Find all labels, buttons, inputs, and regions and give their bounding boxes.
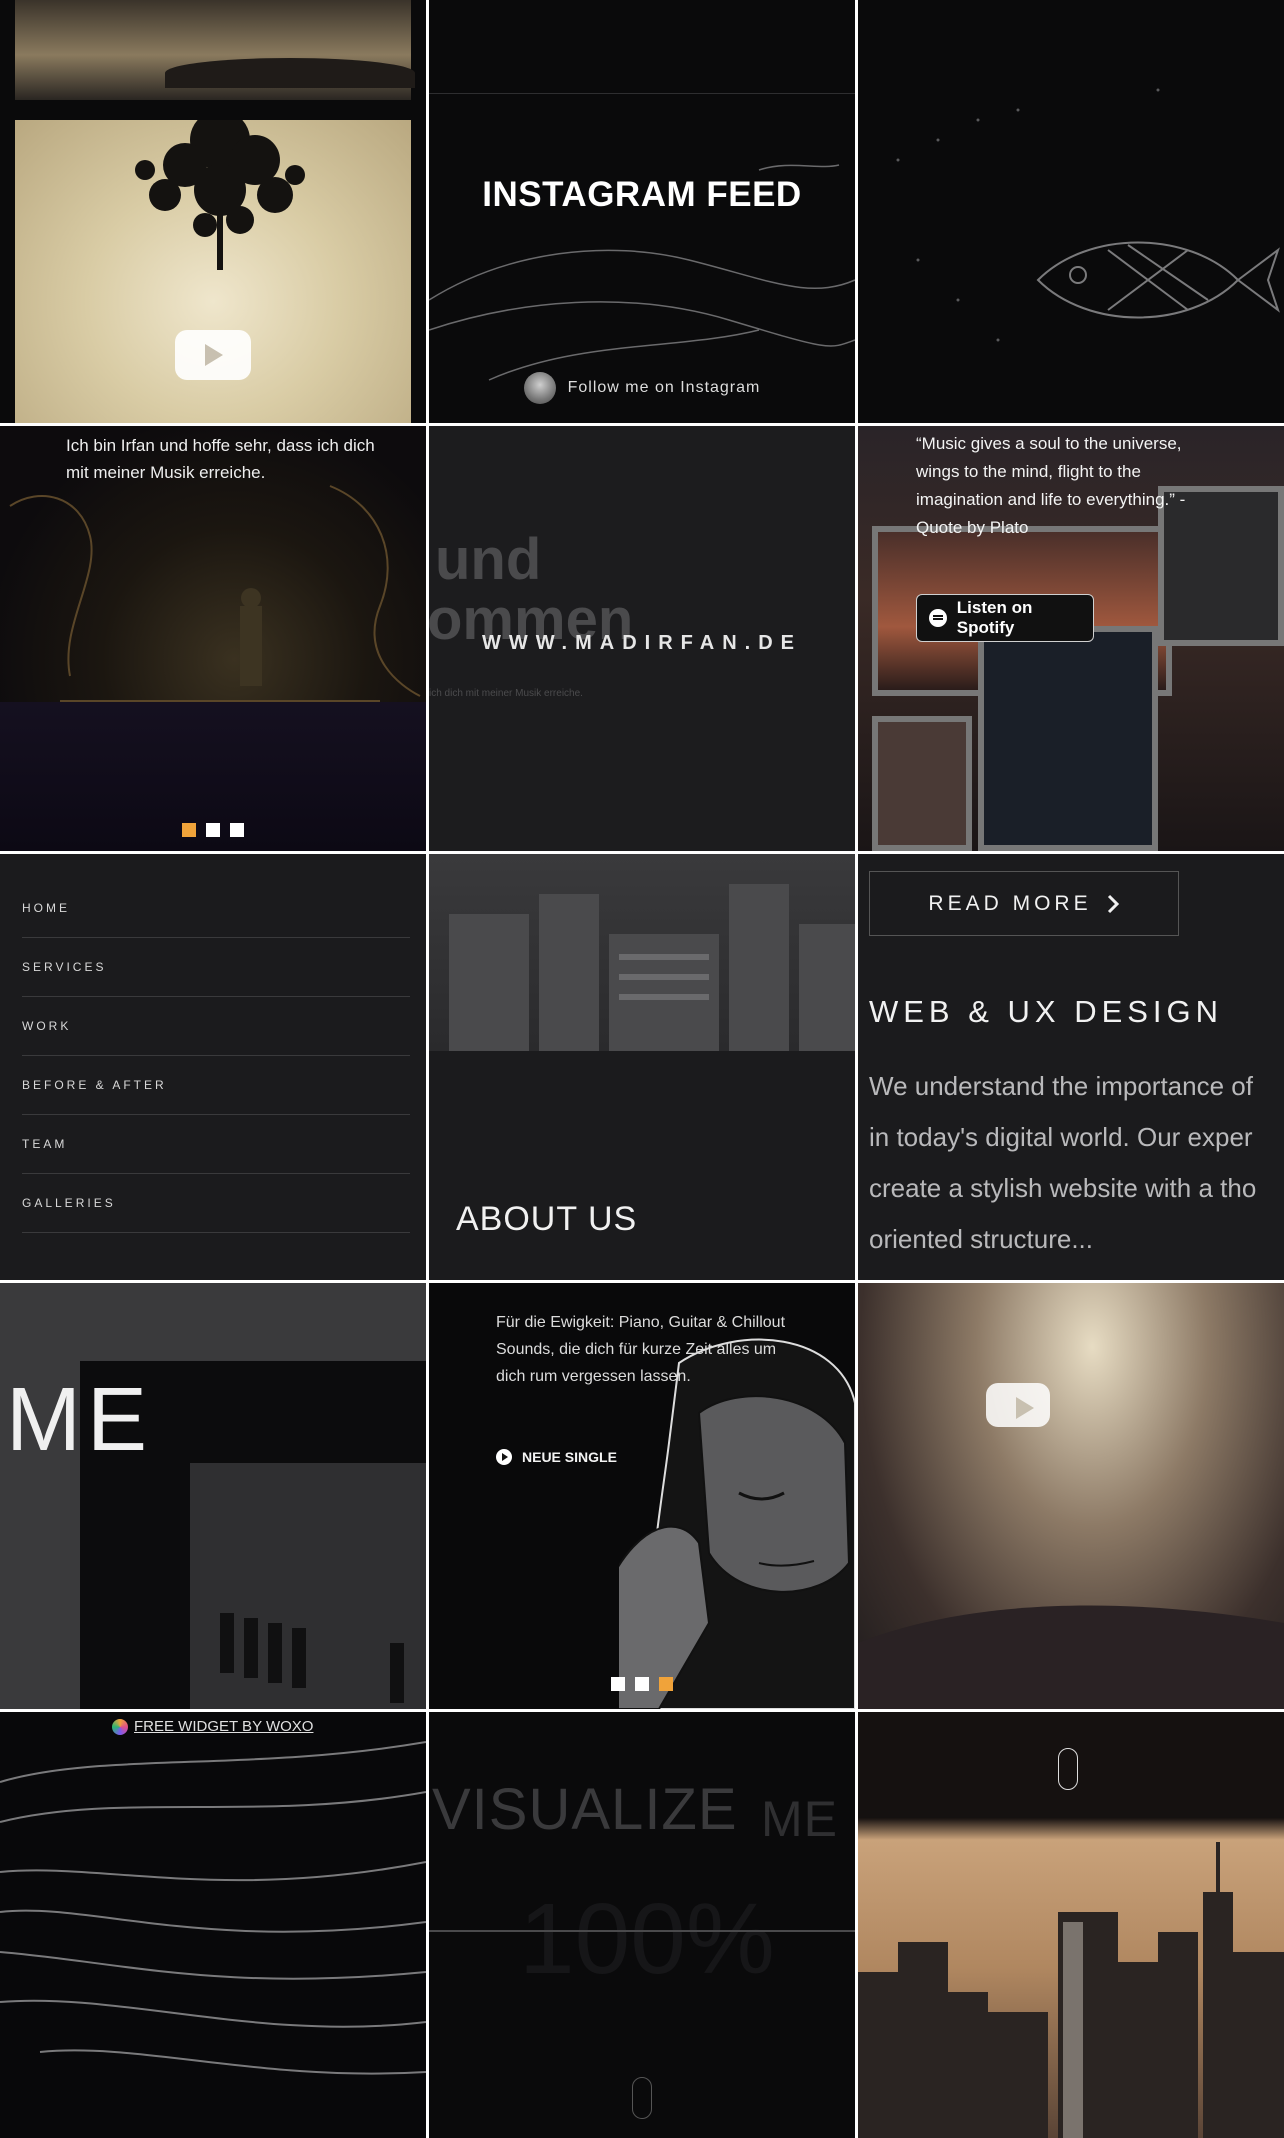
post-image-top bbox=[15, 0, 415, 100]
scroll-mouse-icon bbox=[1058, 1748, 1078, 1790]
building-facade bbox=[190, 1463, 426, 1709]
description-line: in today's digital world. Our exper bbox=[869, 1122, 1253, 1152]
spotify-button-label: Listen on Spotify bbox=[956, 598, 1033, 637]
woxo-logo-icon bbox=[112, 1718, 128, 1735]
carousel-dot[interactable] bbox=[635, 1677, 649, 1691]
post-tile-new-single[interactable]: Für die Ewigkeit: Piano, Guitar & Chillo… bbox=[429, 1283, 855, 1709]
new-single-label: NEUE SINGLE bbox=[522, 1449, 617, 1465]
instagram-feed-title: INSTAGRAM FEED bbox=[482, 175, 802, 214]
follow-instagram-link[interactable]: Follow me on Instagram bbox=[429, 372, 855, 404]
description-line: create a stylish website with a tho bbox=[869, 1173, 1257, 1203]
menu-item-home[interactable]: HOME bbox=[22, 879, 410, 938]
post-tile-me[interactable]: ME bbox=[0, 1283, 426, 1709]
menu-item-galleries[interactable]: GALLERIES bbox=[22, 1174, 410, 1233]
youtube-play-icon[interactable] bbox=[175, 330, 251, 380]
post-tile-skyline[interactable] bbox=[858, 1712, 1284, 2138]
quote-text: “Music gives a soul to the universe, win… bbox=[916, 434, 1186, 537]
post-tile-fish[interactable] bbox=[858, 0, 1284, 423]
post-tile-lines[interactable]: FREE WIDGET BY WOXO bbox=[0, 1712, 426, 2138]
carousel-dot[interactable] bbox=[182, 823, 196, 837]
fish-illustration bbox=[896, 88, 1280, 342]
website-url: WWW.MADIRFAN.DE bbox=[482, 632, 802, 654]
post-tile-youtube-tree[interactable] bbox=[0, 0, 426, 423]
new-single-button[interactable]: NEUE SINGLE bbox=[496, 1449, 617, 1465]
description-line: We understand the importance of bbox=[869, 1071, 1253, 1101]
hill-silhouette bbox=[858, 1605, 1284, 1709]
single-description: Für die Ewigkeit: Piano, Guitar & Chillo… bbox=[496, 1314, 786, 1385]
service-description: We understand the importance of in today… bbox=[869, 1061, 1284, 1265]
building-windows bbox=[220, 1613, 404, 1703]
menu-item-team[interactable]: TEAM bbox=[22, 1115, 410, 1174]
post-tile-cave[interactable]: Ich bin Irfan und hoffe sehr, dass ich d… bbox=[0, 426, 426, 851]
visualize-heading: VISUALIZE bbox=[432, 1777, 738, 1842]
photo-frame bbox=[978, 626, 1158, 851]
carousel-dot[interactable] bbox=[206, 823, 220, 837]
post-tile-youtube-sand[interactable] bbox=[858, 1283, 1284, 1709]
carousel-dot[interactable] bbox=[659, 1677, 673, 1691]
description-line: oriented structure... bbox=[869, 1224, 1093, 1254]
faded-caption: ich dich mit meiner Musik erreiche. bbox=[429, 688, 583, 699]
divider bbox=[429, 93, 855, 94]
photo-frame bbox=[872, 716, 972, 851]
menu-item-services[interactable]: SERVICES bbox=[22, 938, 410, 997]
carousel-dots[interactable] bbox=[182, 823, 244, 837]
tree-silhouette bbox=[135, 120, 305, 270]
divider bbox=[429, 1930, 855, 1932]
spotify-icon bbox=[929, 609, 947, 627]
woxo-widget-link[interactable]: FREE WIDGET BY WOXO bbox=[112, 1718, 313, 1735]
read-more-label: READ MORE bbox=[928, 891, 1092, 915]
about-us-title: ABOUT US bbox=[456, 1200, 638, 1238]
me-heading: ME bbox=[6, 1370, 153, 1470]
post-tile-visualize[interactable]: VISUALIZE ME 100% bbox=[429, 1712, 855, 2138]
me-heading: ME bbox=[761, 1791, 838, 1847]
menu-item-before-after[interactable]: BEFORE & AFTER bbox=[22, 1056, 410, 1115]
post-tile-about[interactable]: ABOUT US bbox=[429, 854, 855, 1280]
carousel-dot[interactable] bbox=[230, 823, 244, 837]
instagram-feed-header-tile: INSTAGRAM FEED Follow me on Instagram bbox=[429, 0, 855, 423]
service-title: WEB & UX DESIGN bbox=[869, 994, 1224, 1029]
scroll-mouse-icon bbox=[632, 2077, 652, 2119]
skyline-silhouette bbox=[858, 1842, 1284, 2138]
percent-text: 100% bbox=[519, 1883, 775, 1995]
post-tile-menu[interactable]: HOME SERVICES WORK BEFORE & AFTER TEAM G… bbox=[0, 854, 426, 1280]
avatar bbox=[523, 372, 556, 404]
instagram-feed-grid: INSTAGRAM FEED Follow me on Instagram Ic… bbox=[0, 0, 1284, 2138]
post-caption: Ich bin Irfan und hoffe sehr, dass ich d… bbox=[66, 436, 375, 482]
city-photo bbox=[429, 854, 855, 1051]
post-tile-plato-quote[interactable]: “Music gives a soul to the universe, win… bbox=[858, 426, 1284, 851]
play-circle-icon bbox=[496, 1449, 512, 1465]
city-buildings bbox=[449, 884, 855, 1051]
woxo-label: FREE WIDGET BY WOXO bbox=[134, 1718, 314, 1735]
listen-on-spotify-button[interactable]: Listen on Spotify bbox=[916, 594, 1094, 642]
follow-label: Follow me on Instagram bbox=[567, 379, 761, 396]
chevron-right-icon bbox=[1107, 894, 1119, 913]
carousel-dot[interactable] bbox=[611, 1677, 625, 1691]
post-tile-web-ux[interactable]: READ MORE WEB & UX DESIGN We understand … bbox=[858, 854, 1284, 1280]
read-more-button[interactable]: READ MORE bbox=[869, 871, 1179, 936]
flowing-lines-art bbox=[0, 1741, 426, 2075]
menu-item-work[interactable]: WORK bbox=[22, 997, 410, 1056]
post-tile-madirfan[interactable]: und ommen WWW.MADIRFAN.DE ich dich mit m… bbox=[429, 426, 855, 851]
background-word: und bbox=[435, 527, 542, 592]
youtube-play-icon[interactable] bbox=[986, 1383, 1050, 1427]
carousel-dots[interactable] bbox=[611, 1677, 673, 1691]
